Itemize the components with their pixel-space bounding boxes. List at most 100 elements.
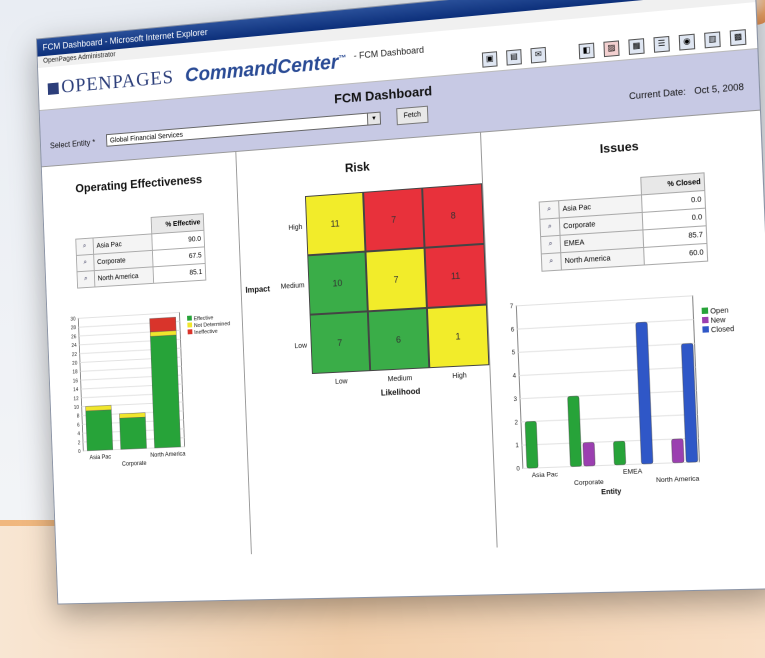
- issues-table: % Closed ⌕ Asia Pac 0.0 ⌕ Corporate 0.0 ⌕ EME…: [538, 172, 708, 272]
- y-tick-label: 2: [514, 420, 518, 426]
- bar: [86, 405, 112, 411]
- calendar-icon[interactable]: ▩: [729, 29, 747, 47]
- risk-cell[interactable]: 7: [309, 311, 371, 375]
- browser-window: FCM Dashboard - Microsoft Internet Explo…: [36, 0, 765, 605]
- y-tick-label: 6: [511, 327, 515, 333]
- y-tick-label: 26: [71, 334, 77, 340]
- x-axis-label: Entity: [601, 488, 622, 496]
- x-tick-label: Asia Pac: [89, 454, 111, 461]
- risk-row-label: High: [288, 224, 303, 232]
- y-tick-label: 12: [73, 396, 79, 402]
- risk-x-axis-label: Likelihood: [380, 386, 421, 398]
- x-tick-label: North America: [656, 475, 700, 484]
- bar: [119, 413, 145, 419]
- report-icon[interactable]: ▥: [704, 31, 721, 49]
- bar: [525, 421, 538, 468]
- magnifier-icon[interactable]: ⌕: [540, 235, 561, 254]
- legend-swatch: [187, 329, 193, 335]
- product-label: CommandCenter: [184, 50, 339, 87]
- row-value: 60.0: [643, 243, 708, 265]
- magnifier-icon[interactable]: ⌕: [539, 218, 561, 237]
- entity-select-value: Global Financial Services: [109, 131, 184, 145]
- row-name: North America: [94, 266, 155, 288]
- x-tick-label: Asia Pac: [532, 471, 558, 479]
- chevron-down-icon[interactable]: ▾: [366, 112, 381, 125]
- legend-swatch: [187, 322, 193, 328]
- legend-label: Open: [710, 307, 729, 316]
- magnifier-icon[interactable]: ⌕: [539, 200, 560, 220]
- risk-cell[interactable]: 6: [367, 307, 430, 372]
- current-date: Current Date: Oct 5, 2008: [629, 82, 744, 102]
- list-icon[interactable]: ☰: [653, 35, 670, 53]
- effectiveness-panel: Operating Effectiveness % Effective ⌕ Asi…: [41, 151, 252, 560]
- y-tick-label: 14: [73, 387, 79, 393]
- print-icon[interactable]: ▤: [506, 49, 522, 66]
- bar: [613, 441, 625, 465]
- legend-label: Closed: [711, 326, 735, 335]
- effectiveness-chart: 024681012141618202224262830Asia Pac North…: [70, 297, 230, 468]
- effectiveness-table: % Effective ⌕ Asia Pac 90.0 ⌕ Corporate 67.5…: [75, 213, 207, 289]
- risk-cell[interactable]: 10: [307, 251, 368, 315]
- export-icon[interactable]: ◧: [578, 42, 595, 60]
- risk-heatmap: 11 7 8 10 7 11 7 6 1: [304, 183, 490, 375]
- breadcrumb: - FCM Dashboard: [353, 44, 425, 61]
- grid-icon[interactable]: ▦: [628, 38, 645, 55]
- magnifier-icon[interactable]: ⌕: [75, 237, 94, 256]
- y-tick-label: 28: [71, 325, 77, 331]
- bar: [583, 442, 595, 466]
- x-tick-label: Corporate: [574, 479, 605, 487]
- y-tick-label: 1: [515, 443, 519, 449]
- row-value: 85.1: [153, 263, 206, 284]
- y-tick-label: 20: [72, 361, 78, 367]
- x-tick-label: EMEA: [623, 468, 643, 476]
- bar: [150, 335, 180, 448]
- risk-cell[interactable]: 1: [426, 304, 490, 369]
- bar: [150, 317, 176, 332]
- risk-y-axis-label: Impact: [245, 284, 271, 295]
- legend-swatch: [701, 307, 709, 315]
- y-tick-label: 24: [71, 343, 77, 349]
- x-tick-label: Corporate: [122, 461, 147, 468]
- risk-cell[interactable]: 11: [424, 243, 487, 308]
- y-tick-label: 7: [510, 304, 514, 310]
- product-name: CommandCenter™: [185, 50, 347, 87]
- date-value: Oct 5, 2008: [694, 81, 745, 97]
- entity-select-label: Select Entity *: [49, 138, 96, 151]
- y-tick-label: 10: [74, 405, 80, 411]
- risk-cell[interactable]: 7: [365, 247, 427, 312]
- y-tick-label: 22: [72, 352, 78, 358]
- y-tick-label: 4: [513, 373, 517, 379]
- y-tick-label: 4: [77, 431, 80, 437]
- risk-row-label: Low: [294, 342, 308, 351]
- y-tick-label: 30: [70, 316, 76, 322]
- risk-cell[interactable]: 11: [304, 191, 366, 256]
- logo-icon: [47, 82, 59, 95]
- risk-cell[interactable]: 8: [422, 183, 485, 248]
- risk-col-label: Low: [334, 378, 348, 386]
- toolbar-spacer: [555, 45, 570, 62]
- fetch-button[interactable]: Fetch: [396, 105, 429, 126]
- legend-swatch: [702, 326, 709, 333]
- y-tick-label: 0: [78, 449, 81, 455]
- issues-panel: Issues % Closed ⌕ Asia Pac 0.0 ⌕ Corporate 0…: [481, 111, 765, 548]
- y-tick-label: 2: [78, 440, 81, 446]
- y-tick-label: 6: [77, 422, 80, 428]
- bar: [120, 417, 147, 449]
- y-tick-label: 5: [512, 350, 516, 356]
- magnifier-icon[interactable]: ⌕: [76, 254, 95, 272]
- bar: [671, 439, 684, 463]
- y-tick-label: 8: [77, 414, 80, 420]
- pdf-icon[interactable]: ▨: [603, 40, 620, 58]
- save-icon[interactable]: ▣: [481, 51, 498, 68]
- email-icon[interactable]: ✉: [530, 46, 547, 64]
- magnifier-icon[interactable]: ⌕: [541, 252, 562, 272]
- magnifier-icon[interactable]: ⌕: [76, 270, 95, 289]
- chart-icon[interactable]: ◉: [678, 33, 696, 51]
- risk-panel: Risk 11 7 8 10 7 11 7 6 1 High Medium Lo…: [236, 132, 498, 555]
- legend-swatch: [701, 316, 709, 324]
- issues-chart: 0 1 2 3 4 5 6 7 Asia Pac Corporate EMEA North Ameri…: [510, 284, 735, 496]
- dashboard-panels: Operating Effectiveness % Effective ⌕ Asi…: [41, 111, 765, 560]
- y-tick-label: 0: [516, 466, 520, 472]
- openpages-logo: OPENPAGES: [47, 66, 174, 99]
- risk-cell[interactable]: 7: [363, 187, 425, 252]
